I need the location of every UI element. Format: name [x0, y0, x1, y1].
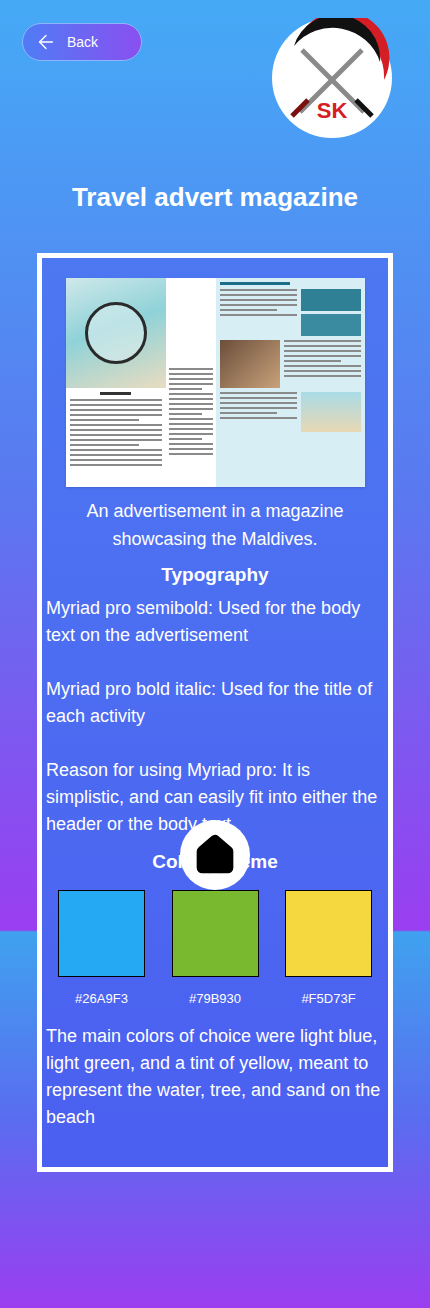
swatch-row: #26A9F3 #79B930 #F5D73F — [46, 890, 384, 1009]
middle-text — [169, 368, 213, 455]
text-line — [169, 403, 213, 405]
page-title: Travel advert magazine — [0, 179, 430, 215]
text-line — [70, 449, 162, 451]
typography-item: Myriad pro semibold: Used for the body t… — [46, 595, 384, 649]
text-line — [70, 419, 139, 421]
text-line — [169, 373, 213, 375]
page: Back SK Travel advert magazine An advertise… — [0, 0, 430, 1308]
text-line — [70, 399, 162, 401]
header: Back SK — [0, 0, 430, 138]
text-line — [169, 368, 213, 370]
text-line — [70, 424, 162, 426]
text-line — [70, 429, 162, 431]
arrow-left-icon — [35, 31, 57, 53]
text-line — [169, 423, 213, 425]
content-card: An advertisement in a magazine showcasin… — [37, 253, 393, 1172]
text-line — [169, 433, 213, 435]
text-line — [70, 414, 162, 416]
text-line — [169, 383, 213, 385]
text-line — [70, 404, 162, 406]
swatch-label: #79B930 — [189, 989, 241, 1009]
text-line — [70, 434, 162, 436]
swatch-box — [172, 890, 259, 977]
right-text — [220, 392, 297, 419]
typography-list: Myriad pro semibold: Used for the body t… — [46, 595, 384, 838]
text-line — [169, 428, 213, 430]
magazine-right-column — [216, 278, 365, 487]
right-text — [284, 340, 361, 377]
swatch: #26A9F3 — [58, 890, 145, 1009]
svg-text:SK: SK — [317, 98, 348, 123]
back-button[interactable]: Back — [22, 23, 142, 61]
right-text — [220, 289, 297, 316]
text-line — [70, 409, 162, 411]
home-button[interactable] — [180, 820, 250, 890]
swatch: #79B930 — [172, 890, 259, 1009]
text-line — [220, 304, 297, 306]
text-line — [70, 454, 162, 456]
sk-logo-icon: SK — [272, 18, 392, 138]
swatch-label: #26A9F3 — [75, 989, 128, 1009]
text-line — [284, 340, 361, 342]
magazine-advert-image — [66, 278, 365, 487]
text-line — [284, 370, 361, 372]
text-line — [284, 375, 361, 377]
text-line — [284, 365, 361, 367]
typography-heading: Typography — [46, 561, 384, 589]
text-line — [169, 408, 213, 410]
swatch-box — [58, 890, 145, 977]
text-line — [169, 438, 202, 440]
text-line — [169, 398, 213, 400]
text-line — [70, 464, 162, 466]
text-line — [220, 412, 278, 414]
text-line — [284, 355, 361, 357]
color-description: The main colors of choice were light blu… — [46, 1023, 384, 1131]
text-line — [70, 444, 139, 446]
text-line — [284, 350, 361, 352]
text-line — [220, 294, 297, 296]
text-line — [220, 417, 297, 419]
text-line — [169, 393, 213, 395]
left-text — [70, 399, 162, 466]
text-line — [169, 448, 213, 450]
swatch-box — [285, 890, 372, 977]
text-line — [220, 289, 297, 291]
text-line — [169, 388, 202, 390]
text-line — [284, 345, 361, 347]
text-line — [284, 360, 342, 362]
swatch: #F5D73F — [285, 890, 372, 1009]
caption: An advertisement in a magazine showcasin… — [46, 497, 384, 553]
home-icon — [193, 833, 237, 877]
text-line — [169, 453, 213, 455]
typography-item: Myriad pro bold italic: Used for the tit… — [46, 676, 384, 730]
text-line — [220, 314, 297, 316]
text-line — [169, 443, 213, 445]
magazine-middle-column — [166, 278, 216, 487]
text-line — [169, 418, 213, 420]
text-line — [220, 392, 297, 394]
beach-photo — [66, 278, 166, 388]
text-line — [70, 459, 162, 461]
text-line — [220, 407, 297, 409]
text-line — [70, 439, 162, 441]
swatch-label: #F5D73F — [301, 989, 355, 1009]
maldives-logo-mark — [85, 302, 147, 364]
text-line — [220, 299, 297, 301]
text-line — [220, 397, 297, 399]
text-line — [169, 378, 213, 380]
text-line — [220, 402, 297, 404]
magazine-left-column — [66, 278, 166, 487]
text-line — [169, 413, 202, 415]
text-line — [220, 309, 278, 311]
